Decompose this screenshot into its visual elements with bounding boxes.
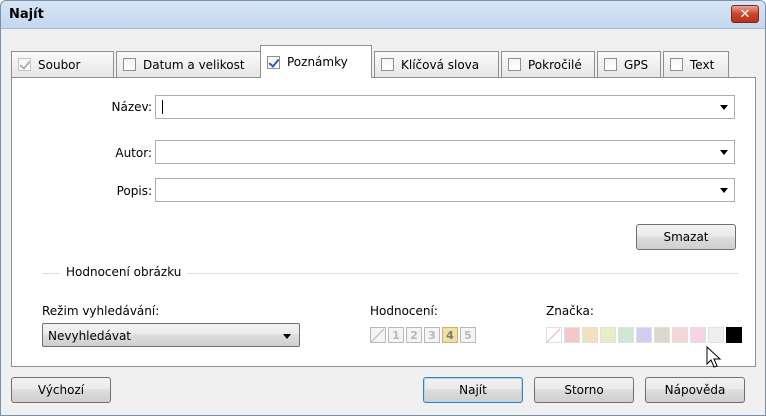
text-caret (162, 100, 163, 114)
dialog-title: Najít (9, 7, 44, 22)
description-combobox[interactable] (155, 178, 735, 202)
color-label-swatch[interactable] (708, 327, 724, 343)
tab-klicova-slova[interactable]: Klíčová slova (374, 51, 499, 77)
defaults-button[interactable]: Výchozí (11, 377, 111, 403)
tab-label: Datum a velikost (143, 57, 245, 72)
color-label-swatch[interactable] (654, 327, 670, 343)
search-mode-label: Režim vyhledávání: (42, 304, 160, 318)
author-label: Autor: (115, 146, 152, 160)
rating-4[interactable]: 4 (442, 327, 458, 343)
tab-pokrocile[interactable]: Pokročilé (501, 51, 595, 77)
tab-datum-checkbox[interactable] (123, 58, 136, 71)
tab-pokrocile-checkbox[interactable] (508, 58, 521, 71)
tab-klicova-checkbox[interactable] (381, 58, 394, 71)
rating-3[interactable]: 3 (424, 327, 440, 343)
tab-label: Pokročilé (528, 57, 582, 72)
find-dialog: Najít ✕ Soubor Datum a velikost Poznámky… (0, 0, 766, 416)
tab-panel-poznamky: Název: Autor: Popis: Smazat Hodnocení ob… (11, 77, 756, 367)
tab-label: Poznámky (287, 55, 348, 69)
tab-text[interactable]: Text (663, 51, 729, 77)
name-combobox[interactable] (155, 95, 735, 119)
tab-gps[interactable]: GPS (597, 51, 661, 77)
rating-none[interactable] (370, 327, 386, 343)
rating-label: Hodnocení: (370, 304, 438, 318)
search-mode-value: Nevyhledávat (48, 329, 132, 343)
find-button[interactable]: Najít (423, 377, 523, 403)
chevron-down-icon (283, 334, 291, 339)
color-label-swatch[interactable] (726, 327, 742, 343)
color-label-none[interactable] (546, 327, 562, 343)
tab-text-checkbox[interactable] (670, 58, 683, 71)
tab-label: Soubor (38, 57, 81, 72)
close-button[interactable]: ✕ (731, 5, 759, 23)
rating-2[interactable]: 2 (406, 327, 422, 343)
cancel-button[interactable]: Storno (534, 377, 634, 403)
color-label-swatch[interactable] (690, 327, 706, 343)
tab-datum-a-velikost[interactable]: Datum a velikost (116, 51, 262, 77)
color-label-swatch[interactable] (672, 327, 688, 343)
title-bar[interactable]: Najít ✕ (1, 1, 765, 29)
tab-soubor[interactable]: Soubor (11, 51, 114, 77)
search-mode-select[interactable]: Nevyhledávat (42, 323, 300, 347)
color-label-swatch[interactable] (600, 327, 616, 343)
clear-button[interactable]: Smazat (636, 224, 736, 250)
chevron-down-icon[interactable] (720, 150, 728, 155)
color-label-swatch[interactable] (618, 327, 634, 343)
mouse-cursor-icon (706, 346, 722, 368)
color-label-swatch[interactable] (582, 327, 598, 343)
tab-label: Text (690, 57, 715, 72)
tab-label: Klíčová slova (401, 57, 480, 72)
tab-gps-checkbox[interactable] (604, 58, 617, 71)
rating-group-title: Hodnocení obrázku (60, 265, 188, 279)
rating-1[interactable]: 1 (388, 327, 404, 343)
close-icon: ✕ (739, 6, 751, 22)
tab-label: GPS (624, 57, 649, 72)
chevron-down-icon[interactable] (720, 188, 728, 193)
description-label: Popis: (116, 184, 152, 198)
author-combobox[interactable] (155, 140, 735, 164)
name-label: Název: (111, 100, 153, 114)
tab-poznamky-checkbox[interactable] (267, 55, 280, 69)
color-label-swatch[interactable] (636, 327, 652, 343)
help-button[interactable]: Nápověda (645, 377, 745, 403)
rating-5[interactable]: 5 (460, 327, 476, 343)
label-label: Značka: (546, 304, 594, 318)
chevron-down-icon[interactable] (720, 105, 728, 110)
color-label-swatch[interactable] (564, 327, 580, 343)
tab-poznamky[interactable]: Poznámky (260, 45, 372, 78)
tab-soubor-checkbox[interactable] (18, 58, 31, 71)
